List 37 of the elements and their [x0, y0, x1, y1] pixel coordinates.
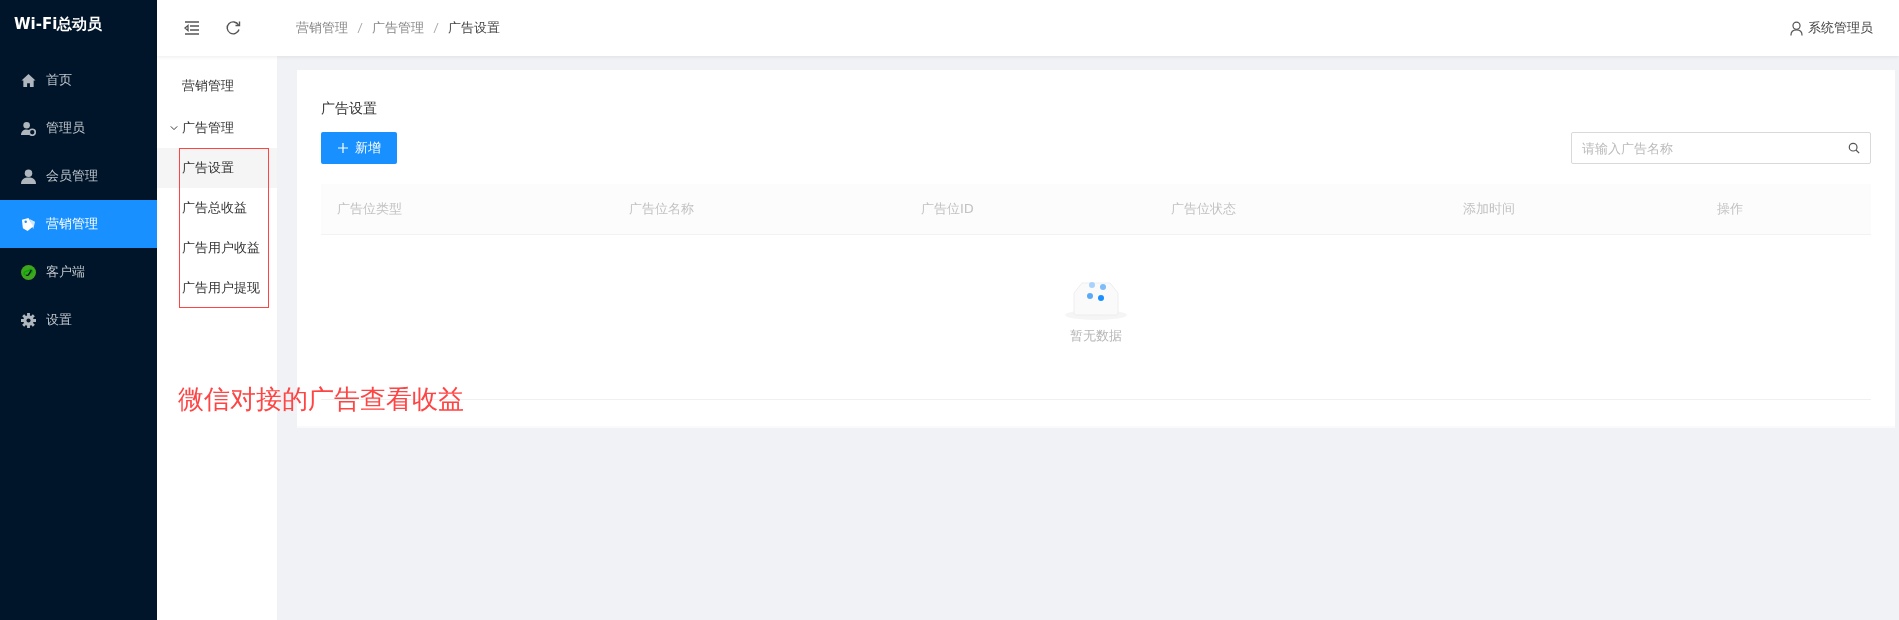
- empty-text: 暂无数据: [1070, 327, 1122, 345]
- search-field[interactable]: 请输入广告名称: [1571, 132, 1871, 164]
- breadcrumb-separator: [357, 22, 363, 34]
- user-icon: [1790, 20, 1803, 36]
- submenu-item[interactable]: 广告总收益: [157, 188, 277, 228]
- submenu-item[interactable]: 广告用户收益: [157, 228, 277, 268]
- user-icon: [21, 168, 36, 184]
- submenu-group[interactable]: 广告管理: [157, 116, 277, 140]
- chevron-down-icon: [170, 124, 178, 132]
- sidebar-item[interactable]: 管理员: [0, 104, 157, 152]
- page-title: 广告设置: [321, 99, 378, 118]
- user-menu[interactable]: 系统管理员: [1790, 19, 1873, 37]
- home-icon: [21, 72, 36, 88]
- annotation-text: 微信对接的广告查看收益: [178, 383, 464, 416]
- sidebar-item[interactable]: 客户端: [0, 248, 157, 296]
- sidebar-item[interactable]: 会员管理: [0, 152, 157, 200]
- refresh-icon[interactable]: [225, 20, 241, 36]
- breadcrumb-link[interactable]: 广告设置: [448, 19, 500, 37]
- empty-box-icon: [1064, 279, 1128, 321]
- submenu-item[interactable]: 广告设置: [157, 148, 277, 188]
- plus-icon: [337, 143, 348, 153]
- user-name: 系统管理员: [1808, 19, 1873, 37]
- sidebar-item[interactable]: 设置: [0, 296, 157, 344]
- app-logo: Wi-Fi总动员: [13, 14, 104, 35]
- tags-icon: [21, 216, 36, 232]
- breadcrumb-separator: [433, 22, 439, 34]
- breadcrumb-link[interactable]: 营销管理: [296, 19, 348, 37]
- search-icon: [1848, 142, 1860, 154]
- breadcrumb-link[interactable]: 广告管理: [372, 19, 424, 37]
- settings-icon: [21, 312, 36, 328]
- menu-fold-icon[interactable]: [184, 21, 200, 35]
- submenu-title: 营销管理: [181, 77, 235, 95]
- user-gear-icon: [21, 120, 36, 136]
- submenu-item[interactable]: 广告用户提现: [157, 268, 277, 308]
- column-header: 广告位ID: [920, 200, 975, 218]
- column-header: 广告位名称: [628, 200, 695, 218]
- sidebar-item[interactable]: 首页: [0, 56, 157, 104]
